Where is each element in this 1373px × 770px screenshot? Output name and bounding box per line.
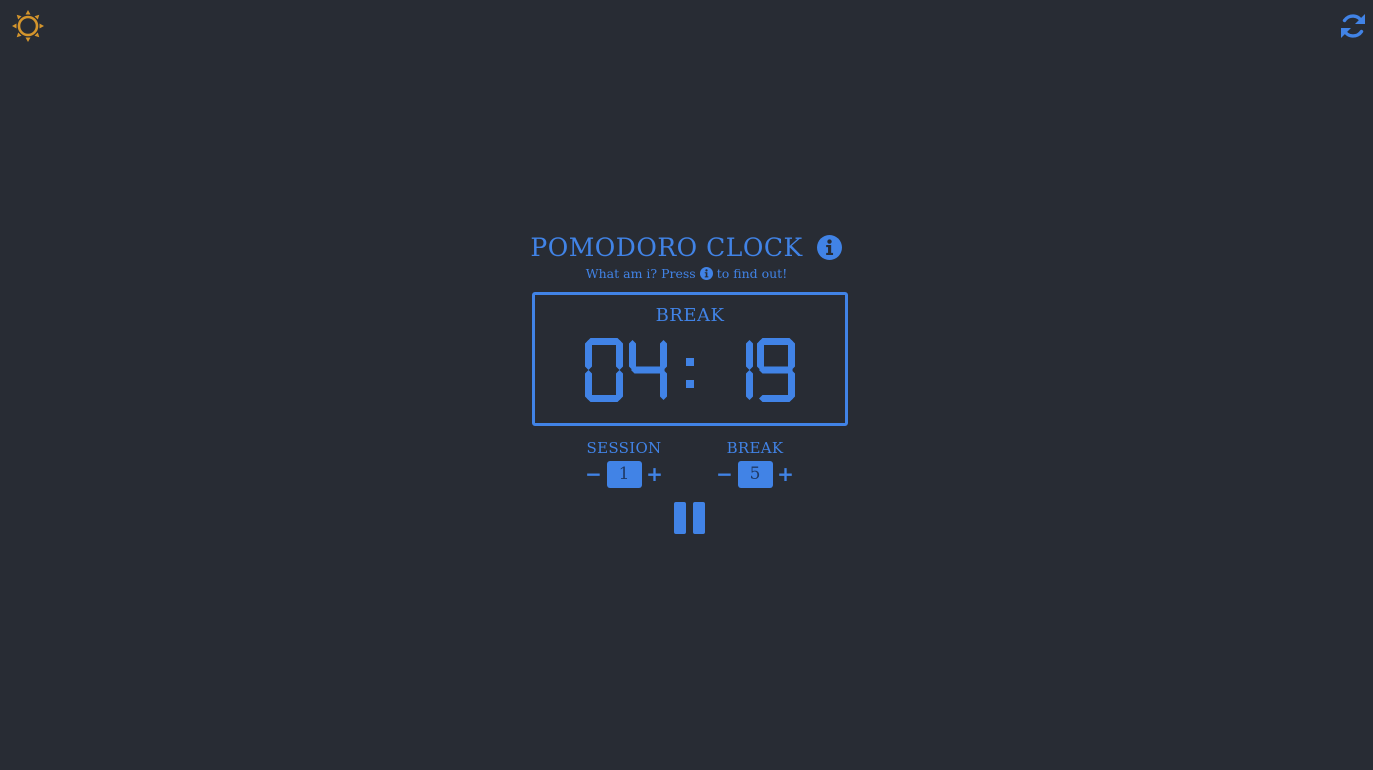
session-length-value: 1 — [606, 460, 642, 488]
sun-icon — [12, 10, 44, 42]
mode-label: BREAK — [655, 305, 725, 326]
subtitle-prefix: What am i? Press — [585, 266, 696, 281]
title-wrap: POMODORO CLOCK — [530, 232, 843, 262]
pause-button[interactable] — [674, 502, 706, 534]
break-length-value: 5 — [737, 460, 773, 488]
session-stepper: − 1 + — [574, 460, 674, 488]
subtitle: What am i? Press to find out! — [0, 266, 1373, 281]
subtitle-suffix: to find out! — [716, 266, 788, 281]
session-control: SESSION − 1 + — [574, 438, 674, 488]
clock-display: BREAK — [532, 292, 848, 426]
title-row: POMODORO CLOCK — [0, 227, 1373, 267]
length-controls: SESSION − 1 + BREAK − 5 + — [0, 438, 1373, 494]
break-decrement-button[interactable]: − — [716, 462, 734, 486]
session-decrement-button[interactable]: − — [585, 462, 603, 486]
clock-digit-seconds-tens — [746, 340, 753, 400]
info-circle-icon — [817, 234, 843, 260]
page-title: POMODORO CLOCK — [530, 232, 803, 262]
session-increment-button[interactable]: + — [646, 462, 664, 486]
session-label: SESSION — [586, 439, 662, 457]
clock-digit-minutes-tens — [585, 338, 623, 402]
break-label: BREAK — [726, 439, 784, 457]
pause-icon — [674, 502, 705, 534]
clock-digit-minutes-ones — [629, 340, 667, 400]
break-stepper: − 5 + — [705, 460, 805, 488]
break-increment-button[interactable]: + — [777, 462, 795, 486]
clock-digits — [585, 338, 795, 402]
info-button[interactable] — [817, 234, 843, 260]
clock-colon — [686, 358, 694, 388]
refresh-icon — [1341, 14, 1365, 38]
break-control: BREAK − 5 + — [705, 438, 805, 488]
clock-digit-seconds-ones — [757, 338, 795, 402]
info-circle-icon — [699, 267, 713, 280]
reset-button[interactable] — [1336, 9, 1370, 43]
theme-toggle-button[interactable] — [11, 9, 45, 43]
